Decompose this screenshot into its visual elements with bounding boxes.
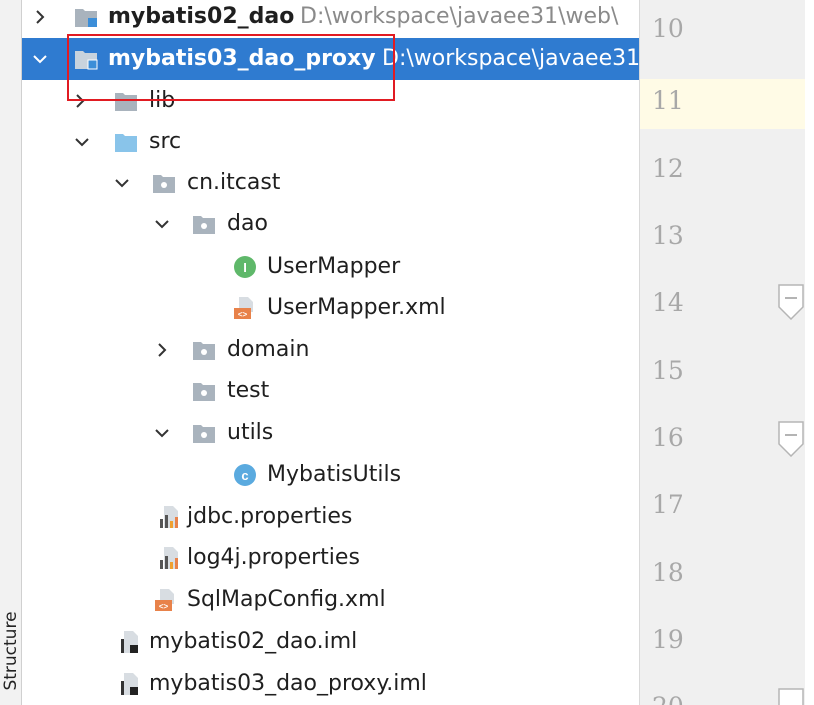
project-tree: mybatis02_dao D:\workspace\javaee31\web\…	[22, 0, 639, 705]
line-number: 14	[652, 288, 684, 317]
tree-row-label: mybatis03_dao_proxy.iml	[149, 671, 427, 696]
chevron-right-icon[interactable]	[32, 9, 48, 25]
folder-icon	[115, 93, 137, 111]
iml-file-icon	[121, 673, 138, 695]
tree-row-label: domain	[227, 337, 310, 362]
chevron-down-icon[interactable]	[32, 51, 48, 67]
svg-text:<>: <>	[159, 602, 169, 611]
package-icon	[193, 383, 215, 401]
tree-row-label: cn.itcast	[187, 170, 281, 195]
tree-row-label: UserMapper	[267, 254, 401, 279]
tree-row-cn-itcast[interactable]: cn.itcast	[22, 162, 639, 204]
module-folder-icon	[75, 9, 97, 27]
tree-row-domain[interactable]: domain	[22, 329, 639, 371]
tree-row-utils[interactable]: utils	[22, 412, 639, 454]
package-icon	[153, 175, 175, 193]
tree-row-lib[interactable]: lib	[22, 80, 639, 122]
module-path-text: D:\workspace\javaee31\web\mybatis	[382, 46, 639, 71]
line-number: 19	[652, 625, 684, 654]
line-number: 15	[652, 356, 684, 385]
tree-row-label: mybatis02_dao.iml	[149, 629, 358, 654]
chevron-down-icon[interactable]	[74, 134, 90, 150]
module-path-text: D:\workspace\javaee31\web\	[300, 4, 619, 29]
svg-text:<>: <>	[238, 310, 248, 319]
class-icon: c	[234, 464, 256, 486]
package-icon	[193, 342, 215, 360]
line-number: 11	[652, 86, 684, 115]
fold-end-icon[interactable]	[776, 688, 806, 705]
svg-text:I: I	[243, 260, 247, 275]
line-number: 17	[652, 490, 684, 519]
tree-row-test[interactable]: test	[22, 370, 639, 412]
tree-row-dao[interactable]: dao	[22, 203, 639, 245]
tree-row-label: mybatis02_dao	[108, 4, 295, 29]
tree-row-label: src	[149, 129, 182, 154]
tree-row-label: UserMapper.xml	[267, 295, 446, 320]
tree-row-label: jdbc.properties	[187, 504, 353, 529]
line-number: 10	[652, 14, 684, 43]
module-folder-icon	[75, 51, 98, 70]
properties-file-icon	[160, 506, 178, 528]
tree-row-label: dao	[227, 211, 268, 236]
editor-gutter: 10 11 12 13 14 15 16 17 18 19 20	[639, 0, 806, 705]
editor-area-edge	[805, 0, 814, 705]
line-number: 12	[652, 154, 684, 183]
package-icon	[193, 216, 215, 234]
tree-row-label: log4j.properties	[187, 545, 360, 570]
line-number: 18	[652, 558, 684, 587]
structure-tab-label[interactable]: Structure	[0, 604, 22, 698]
tree-row-log4j-properties[interactable]: log4j.properties	[22, 537, 639, 579]
xml-file-icon: <>	[155, 589, 174, 611]
tree-row-mybatis02-dao[interactable]: mybatis02_dao D:\workspace\javaee31\web\	[22, 0, 639, 38]
tree-row-usermapper-xml[interactable]: <> UserMapper.xml	[22, 287, 639, 329]
tree-row-label: MybatisUtils	[267, 462, 402, 487]
tree-row-label: test	[227, 378, 270, 403]
tree-row-label: lib	[149, 88, 176, 113]
tree-row-label: mybatis03_dao_proxy	[108, 46, 376, 71]
tree-row-mybatis03-dao-proxy[interactable]: mybatis03_dao_proxy D:\workspace\javaee3…	[22, 38, 639, 80]
structure-tool-stripe[interactable]: Structure	[0, 0, 22, 705]
tree-row-src[interactable]: src	[22, 121, 639, 163]
xml-file-icon: <>	[234, 297, 253, 319]
line-number: 16	[652, 423, 684, 452]
iml-file-icon	[121, 631, 138, 653]
chevron-down-icon[interactable]	[154, 425, 170, 441]
fold-collapse-icon[interactable]	[776, 284, 806, 320]
line-number: 20	[652, 692, 712, 705]
chevron-right-icon[interactable]	[72, 93, 88, 109]
package-icon	[193, 425, 215, 443]
fold-collapse-icon[interactable]	[776, 421, 806, 457]
chevron-down-icon[interactable]	[114, 175, 130, 191]
tree-row-mybatis02-dao-iml[interactable]: mybatis02_dao.iml	[22, 621, 639, 663]
chevron-down-icon[interactable]	[154, 216, 170, 232]
tree-row-jdbc-properties[interactable]: jdbc.properties	[22, 496, 639, 538]
source-folder-icon	[115, 134, 137, 152]
line-number: 13	[652, 221, 684, 250]
interface-icon: I	[234, 256, 256, 278]
tree-row-label: utils	[227, 420, 274, 445]
tree-row-usermapper[interactable]: I UserMapper	[22, 246, 639, 288]
tree-row-label: SqlMapConfig.xml	[187, 587, 386, 612]
properties-file-icon	[160, 547, 178, 569]
tree-row-sqlmapconfig-xml[interactable]: <> SqlMapConfig.xml	[22, 579, 639, 621]
tree-row-mybatis03-dao-proxy-iml[interactable]: mybatis03_dao_proxy.iml	[22, 663, 639, 705]
chevron-right-icon[interactable]	[154, 342, 170, 358]
tree-row-mybatisutils[interactable]: c MybatisUtils	[22, 454, 639, 496]
svg-text:c: c	[241, 468, 248, 483]
